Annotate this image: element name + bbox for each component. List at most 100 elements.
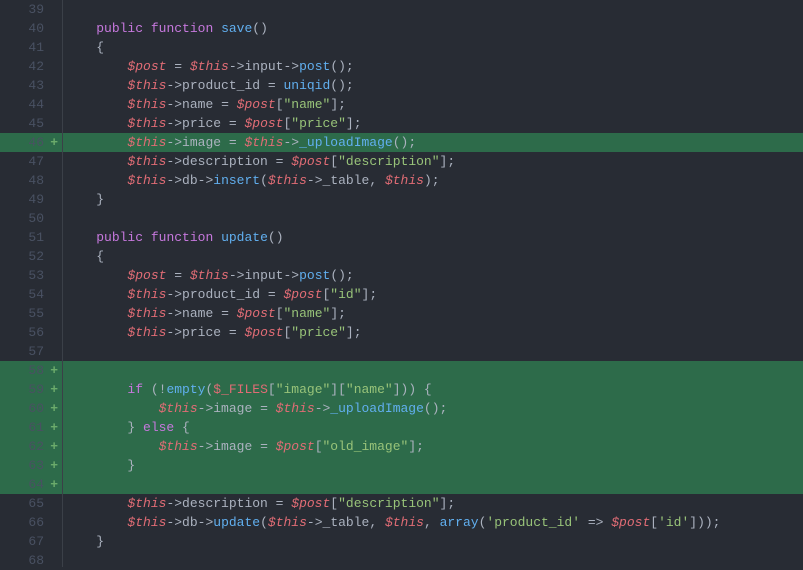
code-line[interactable]: $this->price = $post["price"]; <box>63 114 803 133</box>
code-token: (); <box>330 78 353 93</box>
code-line[interactable]: $this->name = $post["name"]; <box>63 95 803 114</box>
code-token: = <box>252 401 275 416</box>
code-token: update <box>213 515 260 530</box>
line-number: 48 <box>0 171 62 190</box>
code-token: { <box>174 420 190 435</box>
code-line[interactable] <box>63 361 803 380</box>
code-line[interactable]: } else { <box>63 418 803 437</box>
code-line[interactable]: $this->image = $post["old_image"]; <box>63 437 803 456</box>
code-token: -> <box>229 268 245 283</box>
line-number: 64 <box>0 475 62 494</box>
code-line[interactable]: if (!empty($_FILES["image"]["name"])) { <box>63 380 803 399</box>
code-line[interactable]: } <box>63 190 803 209</box>
code-token: -> <box>166 135 182 150</box>
code-line[interactable]: { <box>63 38 803 57</box>
line-number: 67 <box>0 532 62 551</box>
code-token: $post <box>127 59 166 74</box>
code-line[interactable]: $this->name = $post["name"]; <box>63 304 803 323</box>
line-number-gutter: 3940414243444546474849505152535455565758… <box>0 0 62 567</box>
code-token: "price" <box>291 325 346 340</box>
code-line[interactable]: $this->price = $post["price"]; <box>63 323 803 342</box>
code-token: db <box>182 173 198 188</box>
code-line[interactable]: $this->db->insert($this->_table, $this); <box>63 171 803 190</box>
code-token: ( <box>260 173 268 188</box>
code-token: -> <box>229 59 245 74</box>
line-number: 63 <box>0 456 62 475</box>
code-token: function <box>151 230 213 245</box>
code-token: input <box>244 268 283 283</box>
code-token: [ <box>276 306 284 321</box>
code-token: else <box>143 420 174 435</box>
code-token: ])) { <box>393 382 432 397</box>
code-line[interactable]: $post = $this->input->post(); <box>63 266 803 285</box>
code-line[interactable]: { <box>63 247 803 266</box>
code-token: price <box>182 116 221 131</box>
code-token: input <box>244 59 283 74</box>
code-token: } <box>65 192 104 207</box>
code-token: , <box>424 515 440 530</box>
code-token <box>213 21 221 36</box>
code-token <box>65 97 127 112</box>
line-number: 54 <box>0 285 62 304</box>
code-line[interactable]: public function update() <box>63 228 803 247</box>
code-token: $post <box>283 287 322 302</box>
code-token: ]; <box>440 154 456 169</box>
line-number: 65 <box>0 494 62 513</box>
code-token: image <box>213 439 252 454</box>
code-area[interactable]: public function save() { $post = $this->… <box>62 0 803 567</box>
code-token <box>65 287 127 302</box>
code-token: ]; <box>330 97 346 112</box>
code-line[interactable] <box>63 475 803 494</box>
code-token: [ <box>268 382 276 397</box>
code-line[interactable]: $this->product_id = $post["id"]; <box>63 285 803 304</box>
code-line[interactable]: $this->db->update($this->_table, $this, … <box>63 513 803 532</box>
code-line[interactable]: $this->product_id = uniqid(); <box>63 76 803 95</box>
code-line[interactable]: } <box>63 456 803 475</box>
code-line[interactable] <box>63 0 803 19</box>
code-line[interactable]: $post = $this->input->post(); <box>63 57 803 76</box>
code-line[interactable]: $this->description = $post["description"… <box>63 494 803 513</box>
code-token: ]; <box>346 325 362 340</box>
code-token: = <box>166 59 189 74</box>
code-token: $this <box>127 306 166 321</box>
code-token: -> <box>166 496 182 511</box>
code-token: { <box>65 249 104 264</box>
code-token: $post <box>276 439 315 454</box>
code-token: () <box>252 21 268 36</box>
code-token: -> <box>166 173 182 188</box>
code-line[interactable] <box>63 342 803 361</box>
line-number: 40 <box>0 19 62 38</box>
code-token: "name" <box>284 306 331 321</box>
code-token: -> <box>166 515 182 530</box>
code-token: description <box>182 496 268 511</box>
code-token <box>65 135 127 150</box>
code-token: = <box>213 306 236 321</box>
code-line[interactable]: $this->description = $post["description"… <box>63 152 803 171</box>
code-token: public <box>96 230 143 245</box>
code-line[interactable] <box>63 209 803 228</box>
code-token: $post <box>237 306 276 321</box>
code-token: _table <box>323 173 370 188</box>
code-token: ]; <box>440 496 456 511</box>
code-token <box>65 306 127 321</box>
code-token: function <box>151 21 213 36</box>
code-line[interactable]: public function save() <box>63 19 803 38</box>
code-token: ( <box>260 515 268 530</box>
code-token <box>65 59 127 74</box>
code-token <box>65 382 127 397</box>
code-token: $this <box>276 401 315 416</box>
code-token: ])); <box>689 515 720 530</box>
code-token <box>65 515 127 530</box>
code-token: => <box>580 515 611 530</box>
code-token: $_FILES <box>213 382 268 397</box>
code-token: , <box>369 173 385 188</box>
code-editor[interactable]: 3940414243444546474849505152535455565758… <box>0 0 803 567</box>
code-token: -> <box>198 439 214 454</box>
code-line[interactable]: } <box>63 532 803 551</box>
code-line[interactable]: $this->image = $this->_uploadImage(); <box>63 133 803 152</box>
line-number: 62 <box>0 437 62 456</box>
code-token: = <box>221 325 244 340</box>
code-token: [ <box>315 439 323 454</box>
code-line[interactable] <box>63 551 803 570</box>
code-line[interactable]: $this->image = $this->_uploadImage(); <box>63 399 803 418</box>
